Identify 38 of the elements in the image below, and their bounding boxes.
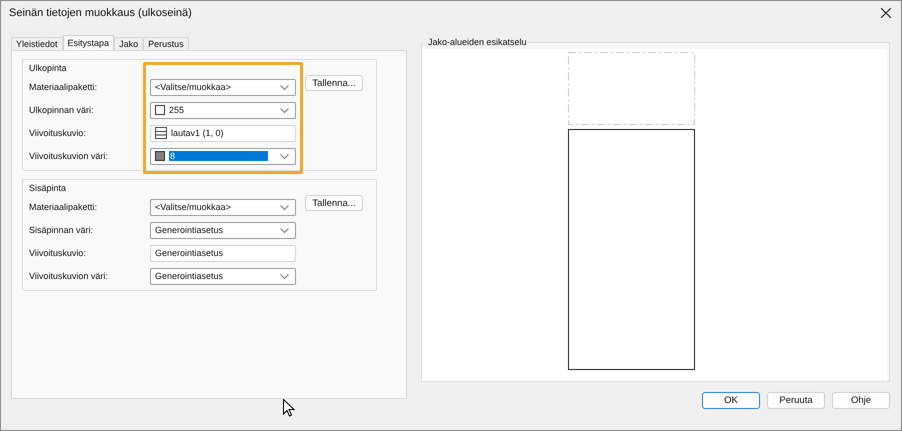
input-field[interactable]: Generointiasetus — [150, 244, 296, 262]
dropdown[interactable]: 8 — [150, 148, 296, 164]
field-label: Materiaalipaketti: — [29, 202, 98, 212]
group-title: Ulkopinta — [29, 63, 68, 73]
dropdown[interactable]: <Valitse/muokkaa> — [150, 198, 296, 216]
chevron-down-icon — [280, 204, 289, 210]
group-title: Sisäpinta — [29, 183, 68, 193]
chevron-down-icon — [280, 154, 289, 158]
field-label: Sisäpinnan väri: — [29, 225, 94, 235]
save-button[interactable]: Tallenna... — [305, 195, 363, 211]
tab[interactable]: Esitystapa — [62, 35, 114, 50]
group-title: Jako-alueiden esikatselu — [422, 37, 527, 47]
save-button[interactable]: Tallenna... — [305, 75, 363, 91]
dialog-button[interactable]: Peruuta — [767, 392, 825, 409]
tab[interactable]: Jako — [114, 37, 144, 50]
close-button[interactable] — [879, 6, 893, 20]
field-label: Ulkopinnan väri: — [29, 105, 95, 115]
dialog-button[interactable]: OK — [702, 392, 760, 409]
tab[interactable]: Yleistiedot — [11, 37, 63, 50]
chevron-down-icon — [280, 228, 289, 232]
field-label: Viivoituskuvio: — [29, 248, 87, 258]
tab[interactable]: Perustus — [143, 37, 189, 50]
chevron-down-icon — [280, 108, 289, 112]
field-label: Viivoituskuvion väri: — [29, 271, 109, 281]
dropdown[interactable]: 255 — [150, 102, 296, 118]
dropdown[interactable]: Generointiasetus — [150, 222, 296, 238]
window-title: Seinän tietojen muokkaus (ulkoseinä) — [9, 7, 192, 19]
dropdown[interactable]: Generointiasetus — [150, 268, 296, 284]
close-icon — [881, 8, 891, 18]
field-label: Materiaalipaketti: — [29, 82, 98, 92]
chevron-down-icon — [280, 274, 289, 278]
dialog-button[interactable]: Ohje — [832, 392, 890, 409]
chevron-down-icon — [280, 84, 289, 90]
hatch-pattern-icon — [155, 127, 167, 139]
dropdown[interactable]: <Valitse/muokkaa> — [150, 78, 296, 96]
field-label: Viivoituskuvio: — [29, 128, 87, 138]
input-field[interactable]: lautav1 (1, 0) — [150, 124, 296, 142]
field-label: Viivoituskuvion väri: — [29, 151, 109, 161]
